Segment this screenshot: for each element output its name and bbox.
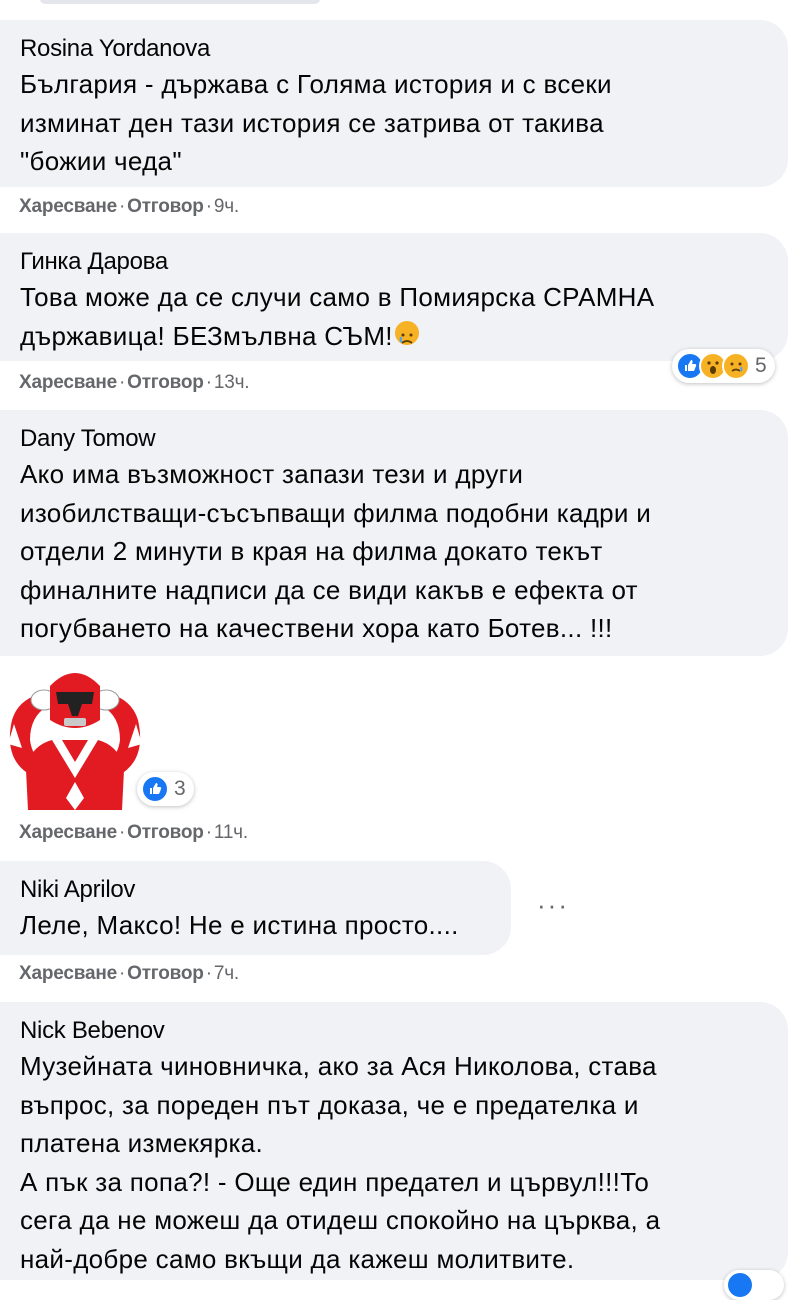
power-ranger-facepalm-sticker[interactable] <box>0 660 150 810</box>
comment-bubble: Nick Bebenov Музейната чиновничка, ако з… <box>0 1002 788 1280</box>
comment-bubble: Niki Aprilov Леле, Максо! Не е истина пр… <box>0 861 511 955</box>
comment-actions: Харесване · Отговор · 13ч. <box>19 372 250 393</box>
reply-link[interactable]: Отговор <box>127 372 204 393</box>
like-link[interactable]: Харесване <box>19 963 117 984</box>
like-link[interactable]: Харесване <box>19 196 117 217</box>
comment-author[interactable]: Dany Tomow <box>20 423 768 455</box>
comment-author[interactable]: Rosina Yordanova <box>20 33 768 65</box>
comment-actions: Харесване · Отговор · 9ч. <box>19 196 240 217</box>
comment-text: Това може да се случи само в Помиярска С… <box>20 282 655 351</box>
comment-timestamp[interactable]: 7ч. <box>214 963 239 984</box>
comment-text: Ако има възможност запази тези и други и… <box>20 459 652 643</box>
reaction-summary-partial[interactable] <box>724 1270 784 1300</box>
comment-timestamp[interactable]: 9ч. <box>214 196 239 217</box>
comment-actions: Харесване · Отговор · 11ч. <box>19 822 248 843</box>
reply-link[interactable]: Отговор <box>127 196 204 217</box>
reply-link[interactable]: Отговор <box>127 963 204 984</box>
comment-author[interactable]: Гинка Дарова <box>20 246 768 278</box>
sad-icon <box>722 352 750 380</box>
like-link[interactable]: Харесване <box>19 822 117 843</box>
comment-timestamp[interactable]: 13ч. <box>214 372 250 393</box>
comment-bubble: Гинка Дарова Това може да се случи само … <box>0 233 788 361</box>
comment-timestamp[interactable]: 11ч. <box>214 822 248 843</box>
more-options-button[interactable]: ··· <box>537 890 569 921</box>
comment-text: Музейната чиновничка, ако за Ася Николов… <box>20 1051 661 1274</box>
comment-actions: Харесване · Отговор · 7ч. <box>19 963 240 984</box>
comment-bubble: Rosina Yordanova България - държава с Го… <box>0 20 788 187</box>
crying-emoji-icon <box>394 320 419 345</box>
reaction-summary[interactable]: 5 <box>672 349 775 383</box>
like-icon <box>728 1273 752 1297</box>
comment-text: България - държава с Голяма история и с … <box>20 69 612 176</box>
reaction-summary[interactable]: 3 <box>137 772 194 806</box>
reply-link[interactable]: Отговор <box>127 822 204 843</box>
comment-author[interactable]: Niki Aprilov <box>20 874 491 906</box>
reaction-count: 5 <box>755 354 767 377</box>
comment-author[interactable]: Nick Bebenov <box>20 1015 768 1047</box>
like-link[interactable]: Харесване <box>19 372 117 393</box>
reaction-count: 3 <box>174 777 186 800</box>
comment-text: Леле, Максо! Не е истина просто.... <box>20 910 459 940</box>
like-icon <box>141 775 169 803</box>
cut-off-previous-comment <box>0 0 800 10</box>
comment-bubble: Dany Tomow Ако има възможност запази тез… <box>0 410 788 656</box>
